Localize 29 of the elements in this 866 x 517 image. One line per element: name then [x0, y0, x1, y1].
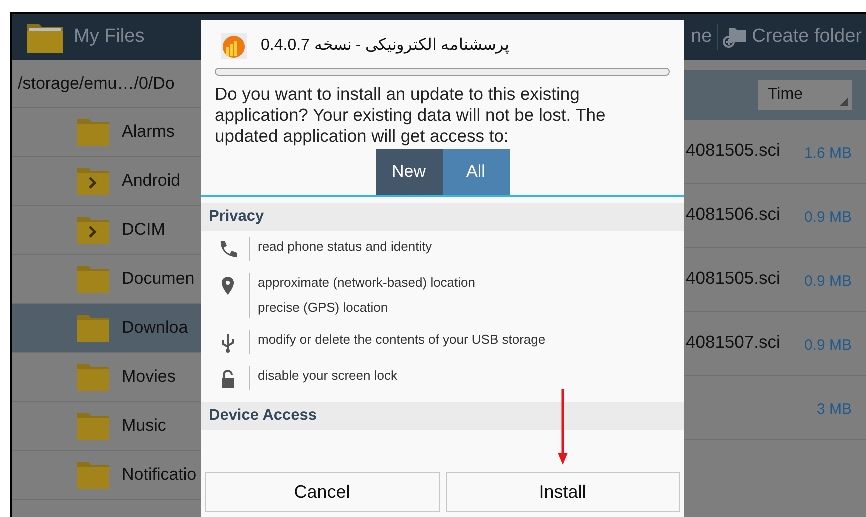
file-size: 3 MB: [816, 400, 852, 420]
sort-dropdown[interactable]: Time: [758, 80, 852, 110]
app-icon: [221, 33, 247, 59]
dialog-title: پرسشنامه الکترونیکی - نسخه 0.4.0.7: [261, 36, 510, 56]
folder-plus-icon: [723, 26, 748, 48]
app-title: My Files: [74, 24, 145, 49]
folder-icon: [76, 411, 110, 441]
tab[interactable]: All: [442, 149, 510, 195]
section-header: Privacy: [201, 203, 684, 231]
create-folder-button[interactable]: Create folder: [723, 22, 866, 52]
arrow-icon: [557, 389, 569, 466]
tab[interactable]: New: [376, 149, 442, 195]
cancel-button[interactable]: Cancel: [205, 472, 440, 512]
folder-icon: [76, 362, 110, 392]
install-button[interactable]: Install: [446, 472, 680, 512]
file-size: 1.6 MB: [804, 144, 852, 164]
dropdown-corner-icon: [840, 98, 848, 106]
folder-icon: [76, 264, 110, 294]
file-size: 0.9 MB: [804, 272, 852, 292]
action-label[interactable]: ne: [691, 22, 712, 52]
file-size: 0.9 MB: [804, 336, 852, 356]
folder-arrow-icon: [76, 215, 110, 245]
folder-icon: [76, 117, 110, 147]
folder-arrow-icon: [76, 166, 110, 196]
folder-icon: [76, 313, 110, 343]
folder-icon: [76, 460, 110, 490]
file-size: 0.9 MB: [804, 208, 852, 228]
section-header: Device Access: [201, 402, 684, 430]
path-label: /storage/emu…/0/Do: [18, 72, 175, 95]
